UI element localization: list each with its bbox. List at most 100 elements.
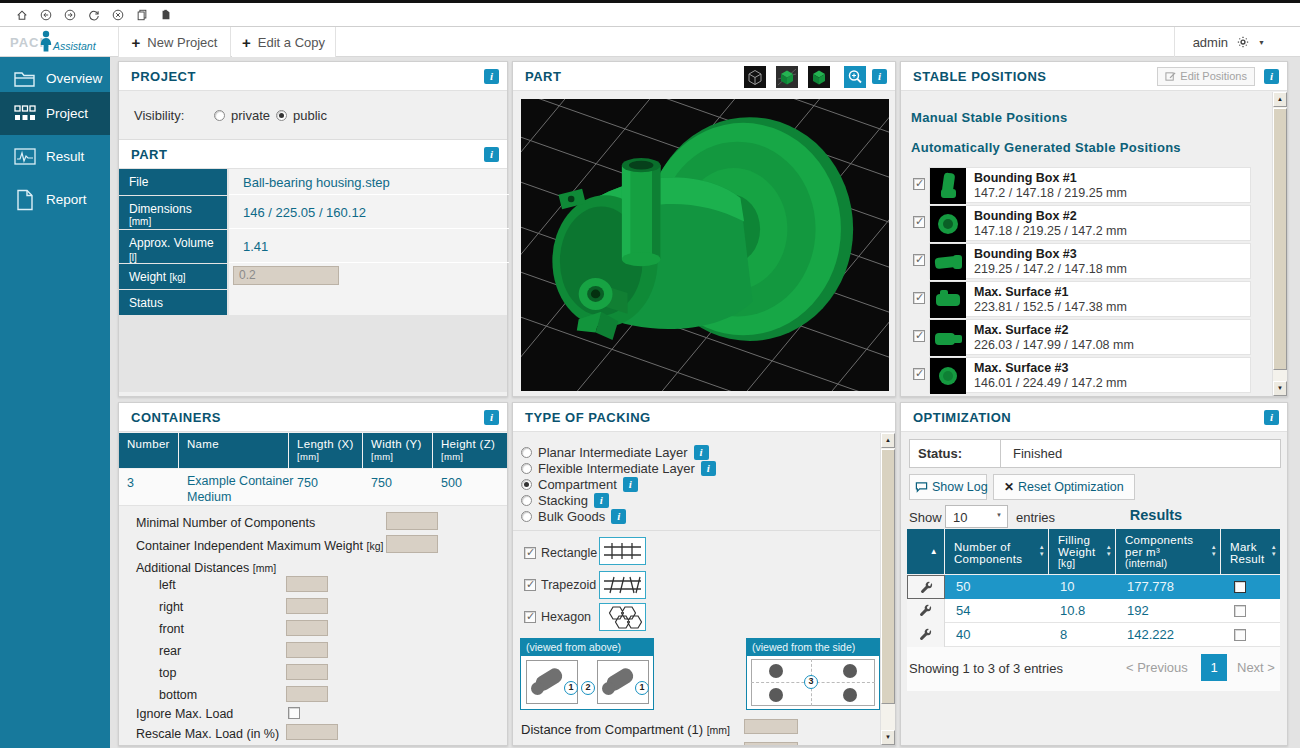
info-icon[interactable]: i: [484, 147, 499, 162]
app-logo[interactable]: PACK Assistant: [0, 27, 110, 57]
stable-position-item[interactable]: Max. Surface #1 223.81 / 152.5 / 147.38 …: [929, 281, 1251, 317]
results-col-mark[interactable]: Mark Result▲▼: [1221, 529, 1280, 574]
info-icon[interactable]: i: [611, 509, 626, 524]
mark-result-checkbox[interactable]: [1234, 605, 1246, 617]
distance-front-input[interactable]: [286, 620, 328, 636]
shape-rectangle-checkbox[interactable]: [524, 547, 536, 559]
stable-item-checkbox[interactable]: [913, 330, 925, 342]
radio-private[interactable]: [214, 110, 225, 121]
stable-position-item[interactable]: Bounding Box #3 219.25 / 147.2 / 147.18 …: [929, 243, 1251, 279]
rescale-max-load-input[interactable]: [286, 724, 338, 740]
scroll-down-button[interactable]: ▼: [1273, 381, 1287, 396]
view-solid-icon[interactable]: [808, 66, 830, 88]
info-icon[interactable]: i: [701, 461, 716, 476]
packing-option-stacking[interactable]: Stackingi: [521, 493, 609, 508]
forward-icon[interactable]: [64, 9, 76, 21]
info-icon[interactable]: i: [872, 69, 887, 84]
shape-trapezoid-checkbox[interactable]: [524, 579, 536, 591]
stable-position-item[interactable]: Max. Surface #2 226.03 / 147.99 / 147.08…: [929, 319, 1251, 355]
part-3d-viewport[interactable]: [521, 99, 889, 391]
edit-positions-button[interactable]: Edit Positions: [1157, 67, 1255, 86]
stable-scrollbar[interactable]: ▲ ▼: [1272, 92, 1287, 396]
tune-result-button[interactable]: [907, 623, 945, 647]
user-menu[interactable]: admin ▼: [1193, 27, 1265, 57]
results-col-components[interactable]: Number of Components▲▼: [945, 529, 1048, 574]
results-row[interactable]: 54 10.8 192: [907, 599, 1280, 623]
pagination-previous[interactable]: < Previous: [1126, 654, 1196, 681]
results-col-sort[interactable]: ▲: [907, 529, 944, 574]
view-shaded-wire-icon[interactable]: [776, 66, 798, 88]
sidebar-item-project[interactable]: Project: [0, 92, 110, 135]
distance-rear-input[interactable]: [286, 642, 328, 658]
show-log-button[interactable]: Show Log: [909, 474, 987, 500]
results-row[interactable]: 50 10 177.778: [907, 575, 1280, 599]
shape-rectangle-label[interactable]: Rectangle: [541, 546, 597, 560]
stable-position-item[interactable]: Bounding Box #2 147.18 / 219.25 / 147.2 …: [929, 205, 1251, 241]
results-col-weight[interactable]: Filling Weight[kg]▲▼: [1049, 529, 1115, 574]
ignore-max-load-checkbox[interactable]: [288, 707, 300, 719]
col-height[interactable]: Height (Z)[mm]: [433, 433, 507, 468]
pagination-next[interactable]: Next >: [1231, 654, 1275, 681]
tune-result-button[interactable]: [907, 575, 945, 599]
packing-option-planar[interactable]: Planar Intermediate Layeri: [521, 445, 709, 460]
distance-top-input[interactable]: [286, 664, 328, 680]
col-name[interactable]: Name: [179, 433, 288, 468]
scroll-thumb[interactable]: [1273, 108, 1287, 370]
stable-item-checkbox[interactable]: [913, 368, 925, 380]
distance-bottom-input[interactable]: [286, 686, 328, 702]
radio-public[interactable]: [276, 110, 287, 121]
distance-compartment-input[interactable]: [744, 719, 798, 734]
tab-new-project[interactable]: + New Project: [118, 27, 231, 57]
radio-private-label[interactable]: private: [231, 108, 270, 123]
scroll-up-button[interactable]: ▲: [881, 433, 895, 448]
info-icon[interactable]: i: [484, 410, 499, 425]
distance-left-input[interactable]: [286, 576, 328, 592]
shape-trapezoid-label[interactable]: Trapezoid: [541, 578, 596, 592]
info-icon[interactable]: i: [623, 477, 638, 492]
packing-option-bulk[interactable]: Bulk Goodsi: [521, 509, 626, 524]
view-wireframe-icon[interactable]: [744, 66, 766, 88]
col-length[interactable]: Length (X)[mm]: [289, 433, 362, 468]
refresh-icon[interactable]: [88, 9, 100, 21]
col-width[interactable]: Width (Y)[mm]: [363, 433, 432, 468]
sidebar-item-result[interactable]: Result: [0, 135, 110, 178]
reset-optimization-button[interactable]: ✕ Reset Optimization: [993, 474, 1135, 500]
stop-icon[interactable]: [112, 9, 124, 21]
scroll-down-button[interactable]: ▼: [881, 730, 895, 745]
stable-item-checkbox[interactable]: [913, 254, 925, 266]
info-icon[interactable]: i: [1264, 410, 1279, 425]
stable-item-checkbox[interactable]: [913, 216, 925, 228]
tune-result-button[interactable]: [907, 599, 945, 623]
radio-public-label[interactable]: public: [293, 108, 327, 123]
tab-edit-a-copy[interactable]: + Edit a Copy: [232, 27, 336, 57]
mark-result-checkbox[interactable]: [1234, 629, 1246, 641]
sidebar-item-report[interactable]: Report: [0, 178, 110, 221]
packing-option-compartment[interactable]: Compartmenti: [521, 477, 638, 492]
min-components-input[interactable]: [386, 512, 438, 530]
shape-hexagon-checkbox[interactable]: [524, 611, 536, 623]
packing-scrollbar[interactable]: ▲ ▼: [880, 433, 895, 745]
shape-hexagon-label[interactable]: Hexagon: [541, 610, 591, 624]
paste-icon[interactable]: [160, 9, 172, 21]
home-icon[interactable]: [16, 9, 28, 21]
weight-input[interactable]: 0.2: [233, 266, 339, 285]
col-number[interactable]: Number: [119, 433, 178, 468]
scroll-up-button[interactable]: ▲: [1273, 92, 1287, 107]
info-icon[interactable]: i: [484, 69, 499, 84]
stable-position-item[interactable]: Max. Surface #3 146.01 / 224.49 / 147.2 …: [929, 357, 1251, 393]
packing-option-flexible[interactable]: Flexible Intermediate Layeri: [521, 461, 716, 476]
info-icon[interactable]: i: [1264, 69, 1279, 84]
info-icon[interactable]: i: [694, 445, 709, 460]
entries-select[interactable]: 10 ▼: [945, 505, 1008, 528]
max-weight-input[interactable]: [386, 535, 438, 553]
pagination-page-1[interactable]: 1: [1201, 654, 1227, 681]
info-icon[interactable]: i: [594, 493, 609, 508]
results-col-per-m3[interactable]: Components per m³(internal)▲▼: [1116, 529, 1220, 574]
scroll-thumb[interactable]: [881, 449, 895, 704]
zoom-icon[interactable]: [844, 66, 866, 88]
distance-right-input[interactable]: [286, 598, 328, 614]
mark-result-checkbox[interactable]: [1234, 581, 1246, 593]
stable-item-checkbox[interactable]: [913, 292, 925, 304]
next-input-partial[interactable]: [744, 742, 798, 745]
stable-position-item[interactable]: Bounding Box #1 147.2 / 147.18 / 219.25 …: [929, 167, 1251, 203]
